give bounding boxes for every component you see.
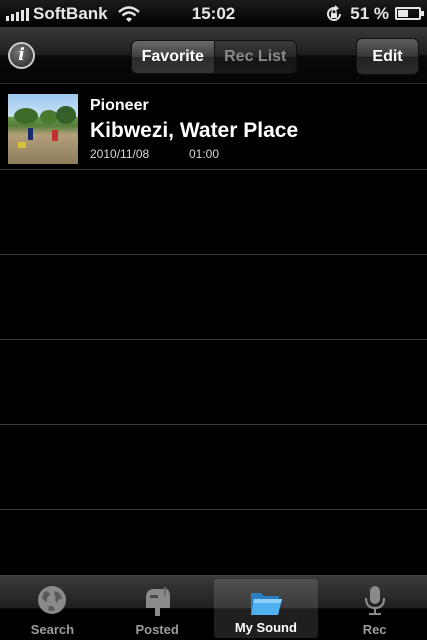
edit-button[interactable]: Edit (356, 38, 419, 75)
wifi-icon (117, 5, 140, 22)
segmented-control: Favorite Rec List (131, 40, 297, 74)
status-right: 51 % (324, 3, 424, 24)
item-duration: 01:00 (189, 147, 220, 161)
battery-percent: 51 % (350, 3, 389, 23)
navigation-bar: i Favorite Rec List Edit (0, 27, 427, 84)
tab-posted[interactable]: Posted (105, 576, 210, 640)
tab-search[interactable]: Search (0, 576, 105, 640)
tab-label-my-sound: My Sound (234, 620, 297, 635)
carrier-name: SoftBank (33, 3, 108, 23)
globe-icon (38, 586, 67, 614)
microphone-icon (364, 586, 385, 615)
sound-thumbnail (8, 94, 78, 164)
battery-icon (395, 7, 424, 20)
status-bar: SoftBank 15:02 51 % (0, 0, 427, 27)
tab-label-rec: Rec (362, 622, 387, 637)
signal-icon (6, 7, 29, 21)
item-date: 2010/11/08 (90, 147, 150, 161)
info-button[interactable]: i (8, 42, 35, 69)
rotation-lock-icon (327, 4, 342, 21)
segment-favorite[interactable]: Favorite (132, 41, 215, 73)
tab-rec[interactable]: Rec (322, 576, 427, 640)
tab-bar: Search Posted My Sound Rec (0, 575, 427, 640)
folder-icon (250, 593, 282, 615)
list-item[interactable]: Pioneer Kibwezi, Water Place 2010/11/08 … (0, 85, 427, 170)
segment-rec-list[interactable]: Rec List (214, 41, 296, 73)
empty-row (0, 340, 427, 425)
empty-row (0, 425, 427, 510)
empty-row (0, 170, 427, 255)
tab-label-search: Search (30, 622, 75, 637)
empty-row (0, 255, 427, 340)
sound-list: Pioneer Kibwezi, Water Place 2010/11/08 … (0, 85, 427, 575)
status-left: SoftBank (6, 4, 324, 24)
item-title: Kibwezi, Water Place (90, 119, 299, 142)
item-artist: Pioneer (90, 97, 149, 114)
mailbox-icon (146, 587, 171, 616)
tab-my-sound[interactable]: My Sound (213, 579, 319, 638)
battery-level (398, 10, 409, 17)
tab-label-posted: Posted (135, 622, 179, 637)
